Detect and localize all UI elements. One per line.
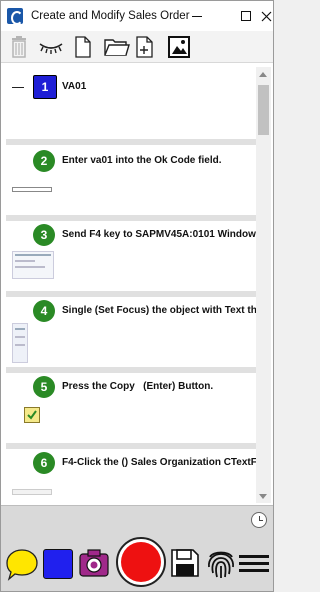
scrollbar-thumb[interactable] [258,85,269,135]
step-text: VA01 [62,81,87,92]
record-button[interactable] [116,537,166,587]
scroll-down-icon[interactable] [259,494,267,499]
eye-icon [39,42,63,54]
step-thumbnail [12,251,54,279]
save-icon[interactable] [171,549,199,577]
trash-button[interactable] [5,33,33,61]
step-thumbnail [12,187,52,192]
title-bar: Create and Modify Sales Order [1,1,273,31]
record-icon [121,542,161,582]
step-text: Single (Set Focus) the object with Text … [62,305,256,316]
sales-order-window: Create and Modify Sales Order 1 VA01 2 E… [0,0,274,592]
step-number-badge: 2 [33,150,55,172]
list-item[interactable]: 1 VA01 [6,67,256,139]
step-text: Press the Copy (Enter) Button. [62,381,214,392]
stop-square-icon[interactable] [43,549,73,579]
step-text: F4-Click the () Sales Organization CText… [62,457,256,468]
close-button[interactable] [259,1,273,31]
step-number-badge: 6 [33,452,55,474]
steps-list: 1 VA01 2 Enter va01 into the Ok Code fie… [6,67,256,503]
fingerprint-icon[interactable] [206,547,236,579]
list-item[interactable]: 4 Single (Set Focus) the object with Tex… [6,297,256,367]
window-title: Create and Modify Sales Order [31,10,190,22]
status-bar [1,505,273,533]
minimize-button[interactable] [182,1,212,31]
list-item[interactable]: 5 Press the Copy (Enter) Button. [6,373,256,443]
image-button[interactable] [165,33,193,61]
close-icon [261,11,271,21]
step-number-badge: 5 [33,376,55,398]
step-text: Enter va01 into the Ok Code field. [62,155,222,166]
speech-bubble-icon[interactable] [5,547,39,581]
step-thumbnail [12,489,52,495]
minimize-icon [192,15,202,17]
step-number-badge: 3 [33,224,55,246]
trash-icon [12,35,26,58]
list-item[interactable]: 3 Send F4 key to SAPMV45A:0101 Window. [6,221,256,291]
app-icon [7,8,23,25]
scroll-up-icon[interactable] [259,72,267,77]
step-number-badge: 4 [33,300,55,322]
new-page-icon [136,35,153,58]
camera-icon[interactable] [79,549,109,577]
clock-icon[interactable] [251,512,267,528]
maximize-button[interactable] [231,1,261,31]
new-document-icon [75,35,91,58]
new-document-button[interactable] [69,33,97,61]
scrollbar[interactable] [256,67,271,503]
list-item[interactable]: 2 Enter va01 into the Ok Code field. [6,145,256,215]
toolbar [1,31,273,63]
step-number-badge: 1 [33,75,57,99]
menu-icon[interactable] [239,553,269,575]
step-thumbnail [12,323,28,363]
open-folder-icon [104,38,130,56]
image-icon [168,35,190,58]
eye-button[interactable] [37,33,65,61]
action-bar [1,533,273,591]
new-page-button[interactable] [131,33,159,61]
open-folder-button[interactable] [103,33,131,61]
collapse-icon[interactable] [12,87,24,88]
maximize-icon [241,11,251,21]
list-item[interactable]: 6 F4-Click the () Sales Organization CTe… [6,449,256,503]
checkmark-icon [24,407,40,423]
step-text: Send F4 key to SAPMV45A:0101 Window. [62,229,256,240]
